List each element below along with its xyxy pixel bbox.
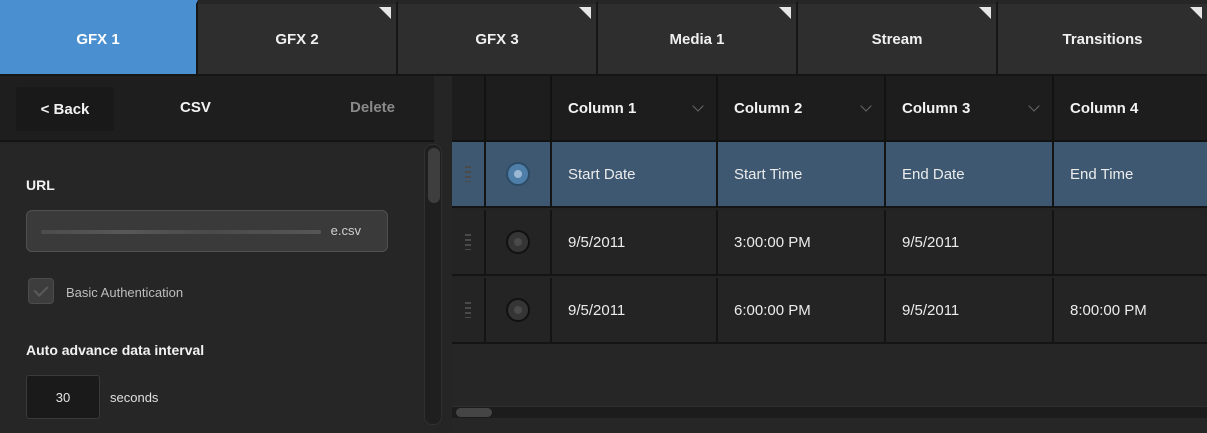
tab-transitions[interactable]: Transitions — [998, 0, 1207, 74]
interval-unit-label: seconds — [110, 390, 159, 405]
column-header-label: Column 1 — [568, 99, 637, 117]
checkmark-icon — [33, 282, 49, 297]
select-column-header — [486, 76, 552, 142]
basic-auth-checkbox[interactable] — [28, 278, 54, 304]
interval-label: Auto advance data interval — [26, 342, 205, 358]
column-header-label: Column 4 — [1070, 99, 1139, 117]
radio-dot-icon — [514, 306, 522, 314]
tab-label: Stream — [871, 30, 923, 48]
radio-dot-icon — [514, 170, 522, 178]
table-cell[interactable] — [1054, 210, 1207, 276]
csv-data-grid: Column 1 Column 2 Column 3 Column 4 Star… — [452, 76, 1207, 433]
table-cell[interactable]: 9/5/2011 — [886, 210, 1054, 276]
column-header-label: Column 3 — [902, 99, 971, 117]
chevron-down-icon[interactable] — [692, 100, 704, 112]
corner-marker-icon — [979, 7, 991, 19]
vertical-scrollbar-thumb[interactable] — [428, 148, 440, 203]
panel-body: URL e.csv Basic Authentication Auto adva… — [0, 144, 434, 433]
radio-button[interactable] — [506, 230, 530, 254]
tab-label: GFX 1 — [76, 30, 120, 48]
tab-gfx-3[interactable]: GFX 3 — [398, 0, 598, 74]
interval-input[interactable]: 30 — [26, 375, 100, 419]
column-header-label: Column 2 — [734, 99, 803, 117]
url-redacted-text — [41, 230, 321, 234]
basic-auth-label: Basic Authentication — [66, 285, 184, 300]
radio-button[interactable] — [506, 162, 530, 186]
panel-title: CSV — [180, 99, 211, 116]
row-select-cell[interactable] — [486, 210, 552, 276]
url-label: URL — [26, 177, 55, 193]
row-select-cell[interactable] — [486, 278, 552, 344]
url-input[interactable]: e.csv — [26, 210, 388, 252]
grid-empty-area — [452, 344, 1207, 433]
back-button[interactable]: < Back — [16, 87, 114, 131]
chevron-down-icon[interactable] — [1028, 100, 1040, 112]
column-header-1[interactable]: Column 1 — [552, 76, 718, 142]
corner-marker-icon — [779, 7, 791, 19]
tab-bar: GFX 1 GFX 2 GFX 3 Media 1 Stream Transit… — [0, 0, 1207, 76]
drag-handle[interactable] — [452, 278, 486, 344]
corner-marker-icon — [579, 7, 591, 19]
tab-media-1[interactable]: Media 1 — [598, 0, 798, 74]
table-cell[interactable]: 9/5/2011 — [552, 210, 718, 276]
table-cell[interactable]: Start Date — [552, 142, 718, 208]
table-cell[interactable]: 6:00:00 PM — [718, 278, 886, 344]
csv-settings-panel: < Back CSV Delete URL e.csv Basic Authen… — [0, 76, 452, 433]
corner-marker-icon — [1190, 7, 1202, 19]
handle-column-header — [452, 76, 486, 142]
grip-icon — [465, 234, 471, 250]
tab-label: GFX 3 — [475, 30, 519, 48]
column-header-2[interactable]: Column 2 — [718, 76, 886, 142]
radio-button[interactable] — [506, 298, 530, 322]
drag-handle[interactable] — [452, 142, 486, 208]
corner-marker-icon — [379, 7, 391, 19]
tab-stream[interactable]: Stream — [798, 0, 998, 74]
table-cell[interactable]: 3:00:00 PM — [718, 210, 886, 276]
column-header-4[interactable]: Column 4 — [1054, 76, 1207, 142]
table-cell[interactable]: 8:00:00 PM — [1054, 278, 1207, 344]
table-cell[interactable]: End Date — [886, 142, 1054, 208]
tab-label: Media 1 — [669, 30, 725, 48]
table-cell[interactable]: End Time — [1054, 142, 1207, 208]
row-select-cell[interactable] — [486, 142, 552, 208]
drag-handle[interactable] — [452, 210, 486, 276]
horizontal-scrollbar-thumb[interactable] — [456, 408, 492, 417]
horizontal-scrollbar[interactable] — [452, 406, 1207, 418]
url-value: e.csv — [330, 223, 361, 238]
tab-label: Transitions — [1062, 30, 1143, 48]
radio-dot-icon — [514, 238, 522, 246]
tab-gfx-2[interactable]: GFX 2 — [198, 0, 398, 74]
tab-gfx-1[interactable]: GFX 1 — [0, 0, 198, 74]
tab-label: GFX 2 — [275, 30, 319, 48]
grip-icon — [465, 166, 471, 182]
column-header-3[interactable]: Column 3 — [886, 76, 1054, 142]
table-cell[interactable]: 9/5/2011 — [552, 278, 718, 344]
table-cell[interactable]: Start Time — [718, 142, 886, 208]
panel-header: < Back CSV Delete — [0, 76, 434, 142]
delete-button[interactable]: Delete — [350, 99, 395, 116]
chevron-down-icon[interactable] — [860, 100, 872, 112]
grip-icon — [465, 302, 471, 318]
table-cell[interactable]: 9/5/2011 — [886, 278, 1054, 344]
